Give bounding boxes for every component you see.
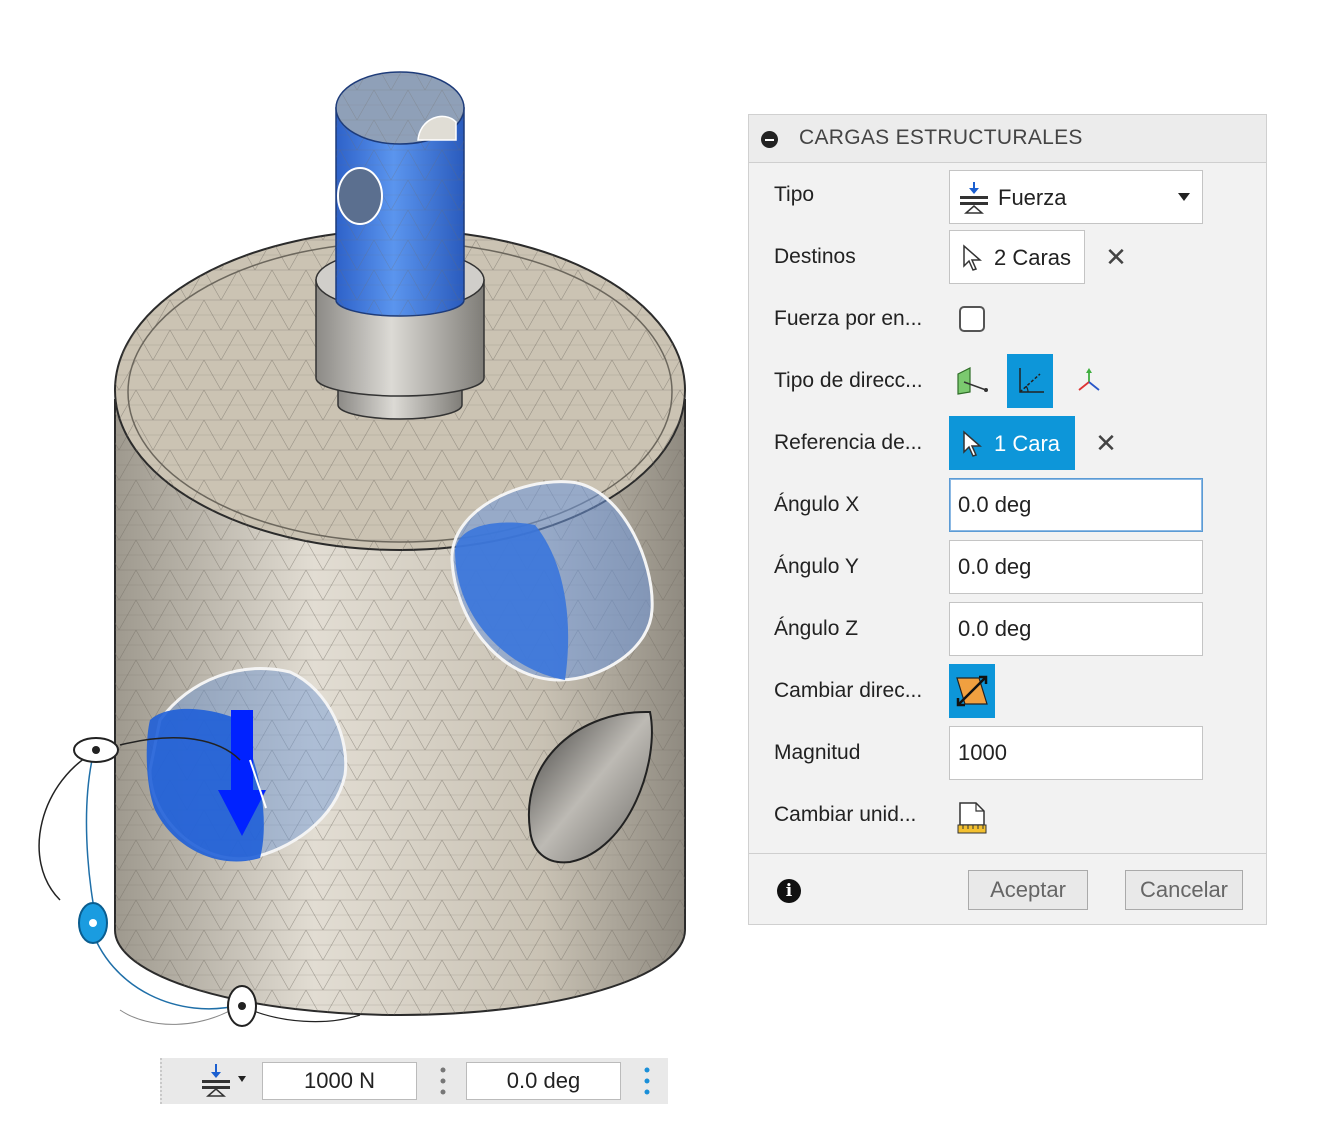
accept-button[interactable]: Aceptar (968, 870, 1088, 910)
angulo-z-label: Ángulo Z (774, 617, 859, 640)
destinos-value: 2 Caras (994, 245, 1072, 270)
magnitud-label: Magnitud (774, 741, 861, 764)
model-canvas[interactable] (0, 0, 740, 1126)
angulo-y-label: Ángulo Y (774, 555, 859, 578)
dialog-footer: i Aceptar Cancelar (749, 853, 1266, 924)
plane-point-icon (957, 367, 988, 395)
change-units-icon[interactable] (956, 801, 988, 835)
angulo-x-input[interactable]: 0.0 deg (949, 478, 1203, 532)
force-value-field[interactable]: 1000 N (262, 1062, 417, 1100)
chevron-down-icon (1178, 193, 1190, 201)
angulo-x-label: Ángulo X (774, 493, 860, 516)
dialog-header: CARGAS ESTRUCTURALES (749, 115, 1266, 163)
angle-value-field[interactable]: 0.0 deg (466, 1062, 621, 1100)
destinos-label: Destinos (774, 245, 856, 268)
direction-plane-point-button[interactable] (949, 354, 995, 408)
collapse-icon[interactable] (761, 131, 778, 148)
flip-direction-icon (956, 675, 988, 707)
force-icon (202, 1064, 246, 1097)
angulo-z-input[interactable]: 0.0 deg (949, 602, 1203, 656)
flip-direction-button[interactable] (949, 664, 995, 718)
rotation-handle-y-icon[interactable] (78, 902, 108, 944)
magnitud-input[interactable]: 1000 (949, 726, 1203, 780)
angulo-y-input[interactable]: 0.0 deg (949, 540, 1203, 594)
referencia-value: 1 Cara (994, 431, 1061, 456)
destinos-select-button[interactable]: 2 Caras (949, 230, 1085, 284)
direction-angle-button[interactable] (1007, 354, 1053, 408)
fuerza-por-entidad-label: Fuerza por en... (774, 307, 923, 330)
force-icon (960, 182, 988, 214)
tipo-value: Fuerza (998, 185, 1067, 210)
cursor-arrow-icon (963, 430, 982, 457)
tipo-dropdown[interactable]: Fuerza (949, 170, 1203, 224)
cambiar-unidades-label: Cambiar unid... (774, 803, 917, 826)
cambiar-direccion-label: Cambiar direc... (774, 679, 923, 702)
referencia-select-button[interactable]: 1 Cara (949, 416, 1075, 470)
clear-referencia-icon[interactable]: ✕ (1094, 430, 1118, 456)
cancel-button[interactable]: Cancelar (1125, 870, 1243, 910)
angle-icon (1019, 368, 1044, 393)
axes-icon (1078, 368, 1100, 391)
rotation-handle-x-icon[interactable] (73, 737, 119, 763)
tipo-label: Tipo (774, 183, 815, 206)
rotation-handle-z-icon[interactable] (227, 985, 257, 1027)
structural-loads-dialog: CARGAS ESTRUCTURALES Tipo Fuerza Destino… (748, 114, 1267, 925)
dialog-title: CARGAS ESTRUCTURALES (799, 126, 1083, 149)
mini-toolbar: 1000 N 0.0 deg (160, 1058, 668, 1104)
direction-axes-button[interactable] (1065, 354, 1111, 408)
fuerza-por-entidad-checkbox[interactable] (959, 306, 985, 332)
referencia-label: Referencia de... (774, 431, 923, 454)
grip-icon[interactable] (439, 1066, 447, 1096)
viewport-3d[interactable] (0, 0, 740, 1126)
load-type-dropdown[interactable] (198, 1064, 256, 1098)
tipo-direccion-label: Tipo de direcc... (774, 369, 923, 392)
info-icon[interactable]: i (777, 879, 801, 903)
pin-shaft[interactable] (335, 71, 465, 317)
more-options-icon[interactable] (643, 1066, 651, 1096)
clear-destinos-icon[interactable]: ✕ (1104, 244, 1128, 270)
cursor-arrow-icon (963, 244, 982, 271)
